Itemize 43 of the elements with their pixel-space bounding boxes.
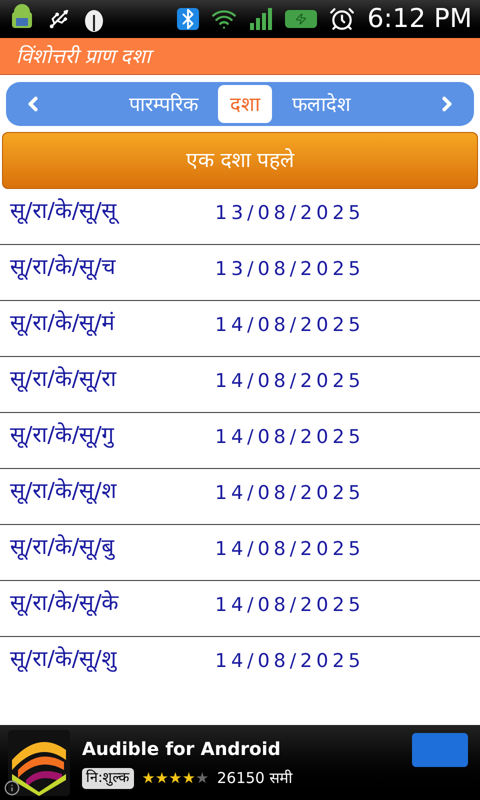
dasha-name: सू/रा/के/सू/च [10, 253, 117, 282]
battery-icon [285, 10, 318, 28]
bluetooth-icon [177, 8, 200, 30]
dasha-row[interactable]: सू/रा/के/सू/सू 13/08/2025 [0, 189, 480, 245]
dasha-date: 14/08/2025 [215, 649, 365, 674]
dasha-date: 13/08/2025 [215, 257, 365, 282]
dasha-name: सू/रा/के/सू/के [10, 589, 120, 618]
signal-icon [249, 7, 274, 31]
alarm-icon [329, 6, 356, 32]
dasha-name: सू/रा/के/सू/बु [10, 533, 116, 562]
star-icon: ★ [182, 766, 196, 790]
clock: 6:12 PM [367, 2, 472, 36]
info-icon[interactable] [4, 780, 20, 796]
dasha-name: सू/रा/के/सू/श [10, 477, 118, 506]
review-count: 26150 समी [216, 768, 292, 789]
dasha-row[interactable]: सू/रा/के/सू/श 14/08/2025 [0, 469, 480, 525]
dasha-row[interactable]: सू/रा/के/सू/च 13/08/2025 [0, 245, 480, 301]
app-logo [8, 730, 70, 796]
usb-icon [48, 8, 70, 30]
dasha-date: 14/08/2025 [215, 369, 365, 394]
dasha-date: 14/08/2025 [215, 537, 365, 562]
dasha-date: 14/08/2025 [215, 313, 365, 338]
dasha-date: 14/08/2025 [215, 593, 365, 618]
dasha-name: सू/रा/के/सू/गु [10, 421, 116, 450]
price-label: नि:शुल्क [82, 768, 134, 788]
dasha-date: 14/08/2025 [215, 481, 365, 506]
dasha-row[interactable]: सू/रा/के/सू/बु 14/08/2025 [0, 525, 480, 581]
dasha-name: सू/रा/के/सू/शु [10, 645, 118, 674]
dasha-row[interactable]: सू/रा/के/सू/के 14/08/2025 [0, 581, 480, 637]
dasha-row[interactable]: सू/रा/के/सू/गु 14/08/2025 [0, 413, 480, 469]
dasha-row[interactable]: सू/रा/के/सू/मं 14/08/2025 [0, 301, 480, 357]
dasha-date: 13/08/2025 [215, 201, 365, 226]
star-icon: ★ [196, 766, 209, 790]
dasha-name: सू/रा/के/सू/रा [10, 365, 118, 394]
ad-title: Audible for Android [82, 738, 282, 762]
star-icon: ★ [142, 766, 156, 790]
dasha-name: सू/रा/के/सू/सू [10, 195, 215, 228]
dasha-date: 14/08/2025 [215, 425, 365, 450]
star-icon: ★ [155, 766, 169, 790]
star-icon: ★ [168, 766, 182, 790]
dasha-row[interactable]: सू/रा/के/सू/रा 14/08/2025 [0, 357, 480, 413]
dasha-name: सू/रा/के/सू/मं [10, 309, 116, 338]
dasha-row[interactable]: सू/रा/के/सू/शु 14/08/2025 [0, 637, 480, 693]
